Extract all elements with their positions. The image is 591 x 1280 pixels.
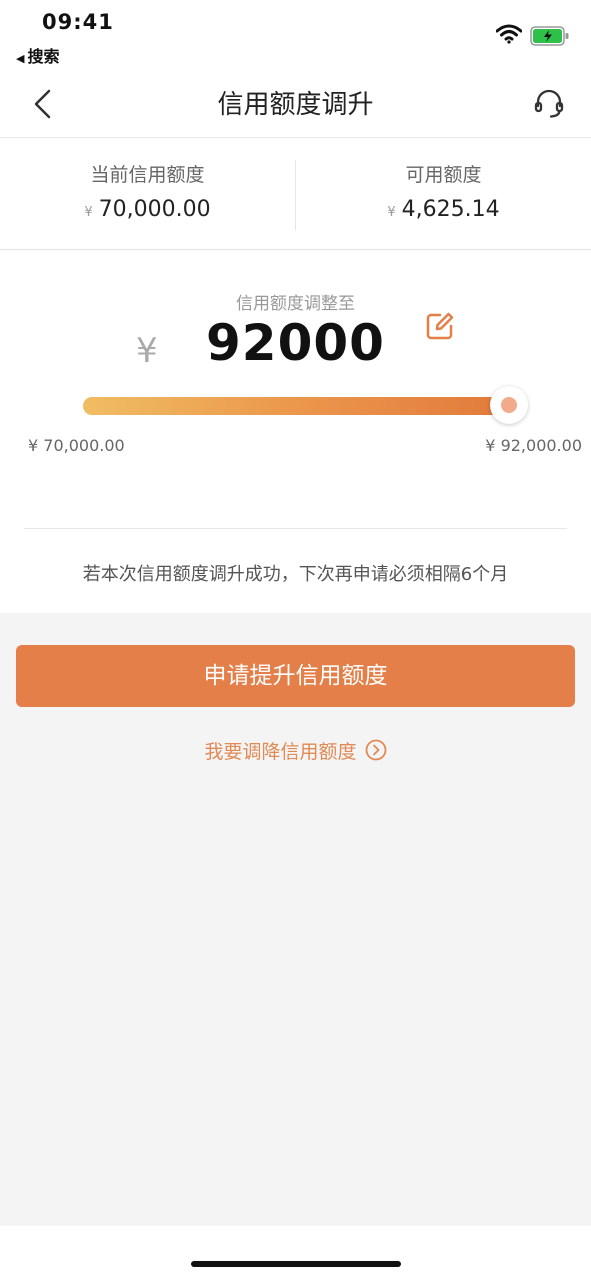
- home-indicator: [191, 1261, 401, 1267]
- available-limit-label: 可用额度: [405, 164, 482, 186]
- limit-slider-handle[interactable]: [490, 386, 528, 424]
- slider-min-label: ¥ 70,000.00: [28, 436, 125, 455]
- credit-summary: 当前信用额度 ¥70,000.00 可用额度 ¥4,625.14: [0, 138, 591, 250]
- edit-icon[interactable]: [425, 311, 455, 341]
- decrease-limit-label: 我要调降信用额度: [204, 741, 357, 763]
- section-divider: [24, 528, 567, 529]
- available-limit-block: 可用额度 ¥4,625.14: [296, 138, 591, 250]
- navigation-bar: 信用额度调升: [0, 70, 591, 138]
- customer-service-icon[interactable]: [533, 88, 565, 120]
- back-triangle-icon: ◀: [16, 52, 25, 65]
- current-limit-value: ¥70,000.00: [0, 197, 295, 222]
- available-limit-value: ¥4,625.14: [296, 197, 591, 222]
- back-to-app[interactable]: ◀ 搜索: [16, 43, 59, 67]
- slider-handle-dot: [501, 397, 517, 413]
- back-app-label: 搜索: [27, 47, 60, 66]
- reapply-notice: 若本次信用额度调升成功，下次再申请必须相隔6个月: [82, 564, 509, 585]
- current-limit-amount: 70,000.00: [98, 197, 211, 222]
- currency-symbol: ¥: [387, 205, 396, 220]
- chevron-right-circle-icon: [365, 739, 386, 761]
- adjust-to-label: 信用额度调整至: [236, 294, 355, 314]
- current-limit-label: 当前信用额度: [90, 164, 205, 186]
- status-time: 09:41: [42, 10, 114, 34]
- decrease-limit-link[interactable]: 我要调降信用额度: [0, 737, 591, 764]
- battery-icon: [530, 26, 569, 46]
- bottom-safe-area: [0, 1226, 591, 1280]
- status-bar: 09:41 ◀ 搜索: [0, 0, 591, 70]
- wifi-icon: [496, 24, 522, 44]
- page-title: 信用额度调升: [217, 90, 374, 120]
- target-amount: 92000: [206, 314, 385, 372]
- currency-symbol: ¥: [84, 205, 93, 220]
- limit-slider-track[interactable]: [83, 397, 509, 415]
- available-limit-amount: 4,625.14: [401, 197, 500, 222]
- apply-increase-button[interactable]: 申请提升信用额度: [16, 645, 575, 707]
- current-limit-block: 当前信用额度 ¥70,000.00: [0, 138, 295, 250]
- slider-max-label: ¥ 92,000.00: [485, 436, 582, 455]
